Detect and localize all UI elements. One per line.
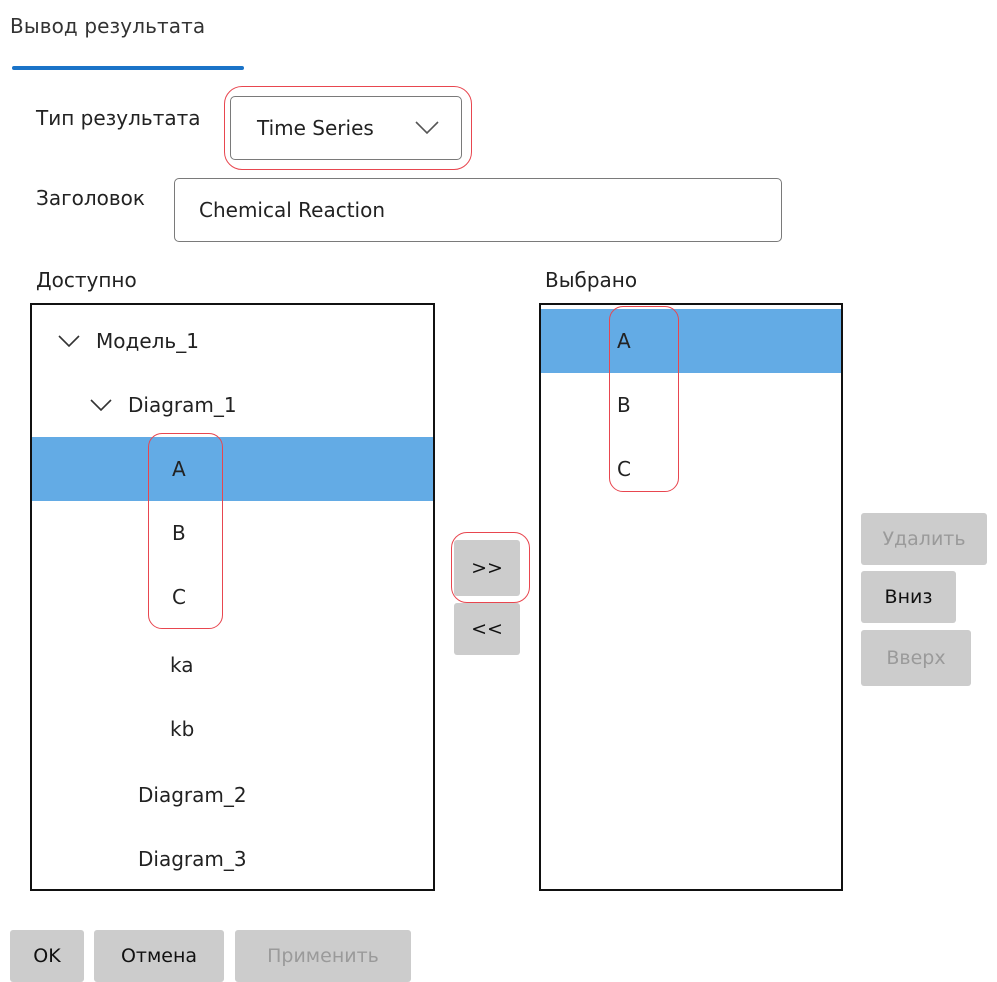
selected-item-a[interactable]: A (541, 309, 841, 373)
chevron-down-icon[interactable] (90, 399, 112, 411)
tree-item-label: Diagram_2 (138, 783, 247, 807)
tree-item-label: Diagram_1 (128, 393, 237, 417)
move-up-button[interactable]: Вверх (861, 630, 971, 686)
tree-item-b[interactable]: B (32, 501, 433, 565)
remove-from-selected-button[interactable]: << (454, 603, 520, 655)
result-type-value: Time Series (257, 116, 374, 140)
result-output-dialog: Вывод результата Тип результата Time Ser… (0, 0, 997, 982)
ok-button[interactable]: OK (10, 930, 84, 982)
tree-item-diagram-2[interactable]: Diagram_2 (32, 763, 433, 827)
chevron-down-icon[interactable] (58, 335, 80, 347)
selected-item-b[interactable]: B (541, 373, 841, 437)
tab-result-output[interactable]: Вывод результата (10, 14, 205, 38)
tree-item-kb[interactable]: kb (32, 697, 433, 761)
tree-item-label: Diagram_3 (138, 847, 247, 871)
tree-item-c[interactable]: C (32, 565, 433, 629)
chevron-down-icon (415, 121, 439, 135)
tree-item-label: ka (170, 653, 194, 677)
tree-item-diagram-3[interactable]: Diagram_3 (32, 827, 433, 889)
header-label: Заголовок (36, 186, 145, 210)
cancel-button[interactable]: Отмена (94, 930, 224, 982)
list-item-label: A (617, 329, 631, 353)
tree-item-label: B (172, 521, 186, 545)
tree-item-ka[interactable]: ka (32, 633, 433, 697)
tree-item-label: kb (170, 717, 195, 741)
tree-item-diagram-1[interactable]: Diagram_1 (32, 373, 433, 437)
active-tab-indicator (12, 66, 244, 70)
tree-item-a[interactable]: A (32, 437, 433, 501)
header-input[interactable] (174, 178, 782, 242)
selected-list[interactable]: A B C (539, 303, 843, 891)
available-label: Доступно (36, 268, 137, 292)
move-down-button[interactable]: Вниз (861, 571, 956, 623)
tree-item-label: Модель_1 (96, 329, 199, 353)
tree-item-label: A (172, 457, 186, 481)
list-item-label: C (617, 457, 631, 481)
selected-item-c[interactable]: C (541, 437, 841, 501)
available-tree[interactable]: Модель_1 Diagram_1 A B C ka kb Diagram_2… (30, 303, 435, 891)
list-item-label: B (617, 393, 631, 417)
selected-label: Выбрано (545, 268, 638, 292)
result-type-label: Тип результата (36, 106, 201, 130)
delete-button[interactable]: Удалить (861, 513, 987, 565)
apply-button[interactable]: Применить (235, 930, 411, 982)
tree-item-model-1[interactable]: Модель_1 (32, 309, 433, 373)
add-to-selected-button[interactable]: >> (454, 540, 520, 596)
tree-item-label: C (172, 585, 186, 609)
result-type-select[interactable]: Time Series (230, 96, 462, 160)
